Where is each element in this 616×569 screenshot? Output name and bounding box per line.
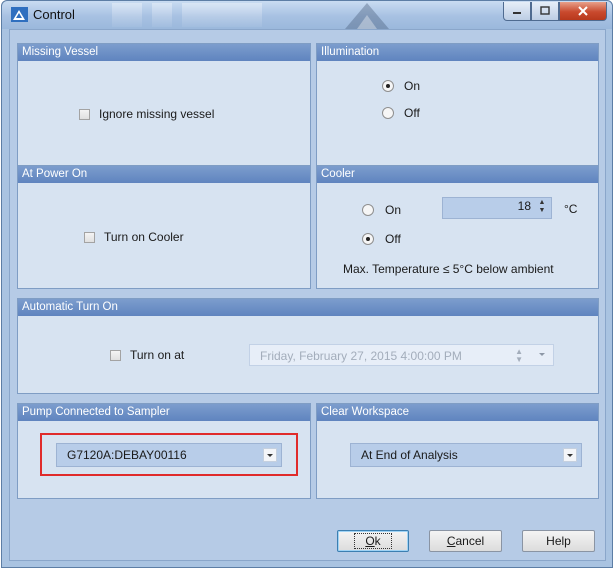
cooler-off-radio[interactable] xyxy=(362,233,374,245)
clear-workspace-header: Clear Workspace xyxy=(317,404,598,421)
illumination-group: Illumination On Off xyxy=(316,43,599,167)
at-power-on-group: At Power On Turn on Cooler xyxy=(17,165,311,289)
turn-on-datetime-picker[interactable]: Friday, February 27, 2015 4:00:00 PM ▲ ▼ xyxy=(249,344,554,366)
automatic-turn-on-group: Automatic Turn On Turn on at Friday, Feb… xyxy=(17,298,599,394)
cooler-unit-label: °C xyxy=(564,202,578,216)
maximize-icon xyxy=(540,6,550,15)
cancel-button[interactable]: Cancel xyxy=(429,530,502,552)
red-highlight-box xyxy=(40,433,298,476)
turn-on-datetime-value: Friday, February 27, 2015 4:00:00 PM xyxy=(260,349,462,363)
spin-arrows-icon[interactable]: ▲ ▼ xyxy=(536,199,548,215)
window-title: Control xyxy=(33,7,75,22)
minimize-button[interactable] xyxy=(503,2,531,21)
help-button[interactable]: Help xyxy=(522,530,595,552)
cooler-temperature-spinner[interactable]: 18 ▲ ▼ xyxy=(442,197,552,219)
ignore-missing-vessel-checkbox[interactable] xyxy=(79,109,90,120)
control-window: Control Missing Vessel Ignore missing ve… xyxy=(1,0,613,568)
cooler-on-radio[interactable] xyxy=(362,204,374,216)
illumination-off-radio[interactable] xyxy=(382,107,394,119)
missing-vessel-group: Missing Vessel Ignore missing vessel xyxy=(17,43,311,167)
cooler-on-label: On xyxy=(385,203,402,217)
automatic-turn-on-header: Automatic Turn On xyxy=(18,299,598,316)
close-icon xyxy=(578,6,588,16)
cooler-off-label: Off xyxy=(385,232,401,246)
at-power-on-header: At Power On xyxy=(18,166,310,183)
turn-on-at-checkbox[interactable] xyxy=(110,350,121,361)
clear-workspace-select[interactable]: At End of Analysis xyxy=(350,443,582,467)
clear-workspace-group: Clear Workspace At End of Analysis xyxy=(316,403,599,499)
cooler-temperature-value: 18 xyxy=(517,199,531,213)
chevron-down-icon[interactable] xyxy=(563,448,577,462)
pump-connected-header: Pump Connected to Sampler xyxy=(18,404,310,421)
illumination-on-label: On xyxy=(404,79,421,93)
pump-connected-group: Pump Connected to Sampler G7120A:DEBAY00… xyxy=(17,403,311,499)
title-bar[interactable]: Control xyxy=(2,1,612,29)
turn-on-cooler-label: Turn on Cooler xyxy=(104,230,184,244)
ok-button[interactable]: Ok xyxy=(337,530,409,552)
brand-logo-icon xyxy=(345,3,389,29)
illumination-off-label: Off xyxy=(404,106,420,120)
turn-on-cooler-checkbox[interactable] xyxy=(84,232,95,243)
illumination-on-radio[interactable] xyxy=(382,80,394,92)
clear-workspace-selected-value: At End of Analysis xyxy=(361,448,458,462)
illumination-header: Illumination xyxy=(317,44,598,61)
dialog-body: Missing Vessel Ignore missing vessel Ill… xyxy=(9,29,606,561)
cooler-max-temperature-note: Max. Temperature ≤ 5°C below ambient xyxy=(343,262,554,276)
missing-vessel-header: Missing Vessel xyxy=(18,44,310,61)
cooler-group: Cooler On 18 ▲ ▼ °C Off Max. Temperature … xyxy=(316,165,599,289)
maximize-button[interactable] xyxy=(531,2,559,21)
app-icon xyxy=(11,7,28,22)
datetime-spin-icon: ▲ ▼ xyxy=(515,347,523,364)
datetime-dropdown-icon xyxy=(539,353,545,356)
ignore-missing-vessel-label: Ignore missing vessel xyxy=(99,107,215,121)
turn-on-at-label: Turn on at xyxy=(130,348,185,362)
minimize-icon xyxy=(513,12,521,14)
cooler-header: Cooler xyxy=(317,166,598,183)
close-button[interactable] xyxy=(559,2,607,21)
